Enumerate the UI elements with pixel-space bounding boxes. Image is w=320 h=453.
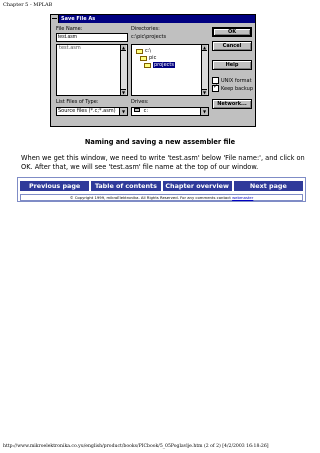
body-paragraph: When we get this window, we need to writ… (21, 154, 305, 171)
file-list[interactable]: test.asm ▲ ▼ (56, 44, 128, 96)
dialog-title: Save File As (61, 16, 96, 22)
save-file-as-dialog: Save File As File Name: test.asm test.as… (50, 14, 256, 127)
file-name-input[interactable]: test.asm (56, 33, 128, 42)
figure-caption: Naming and saving a new assembler file (84, 138, 236, 146)
network-button[interactable]: Network... (212, 99, 252, 109)
next-page-link[interactable]: Next page (233, 181, 303, 191)
page-header: Chapter 5 - MPLAB (3, 2, 53, 8)
keep-backup-checkbox[interactable]: Keep backup (212, 84, 253, 92)
scroll-down-icon[interactable]: ▼ (121, 89, 126, 95)
open-folder-icon (140, 55, 147, 61)
file-type-select[interactable]: Source files (*.c;*.asm) ▼ (56, 107, 128, 116)
drive-icon (134, 108, 140, 112)
dir-item-pic[interactable]: pic (140, 55, 156, 61)
table-of-contents-link[interactable]: Table of contents (91, 181, 161, 191)
cancel-button[interactable]: Cancel (212, 41, 252, 51)
dir-item-projects[interactable]: projects (144, 62, 175, 68)
system-menu-icon[interactable] (51, 15, 59, 23)
file-name-label: File Name: (56, 26, 83, 32)
open-folder-icon (144, 62, 151, 68)
copyright-notice: © Copyright 1999, mikroElektronika. All … (20, 194, 303, 201)
directories-path: c:\pic\projects (131, 34, 167, 40)
scroll-up-icon[interactable]: ▲ (121, 45, 126, 51)
ok-button[interactable]: OK (212, 27, 252, 37)
directory-scrollbar[interactable]: ▲ ▼ (201, 45, 208, 95)
file-list-item[interactable]: test.asm (57, 45, 127, 52)
dialog-titlebar: Save File As (51, 15, 255, 23)
chevron-down-icon[interactable]: ▼ (119, 108, 127, 115)
chevron-down-icon[interactable]: ▼ (200, 108, 208, 115)
scroll-down-icon[interactable]: ▼ (202, 89, 207, 95)
open-folder-icon (136, 48, 143, 54)
drive-select[interactable]: c: ▼ (131, 107, 209, 116)
file-list-scrollbar[interactable]: ▲ ▼ (120, 45, 127, 95)
directory-tree[interactable]: c:\ pic projects ▲ ▼ (131, 44, 209, 96)
page-footer-url: http://www.mikroelektronika.co.yu/englis… (3, 444, 269, 449)
navigation-bar: Previous page Table of contents Chapter … (17, 177, 306, 202)
chapter-overview-link[interactable]: Chapter overview (162, 181, 232, 191)
previous-page-link[interactable]: Previous page (20, 181, 90, 191)
directories-label: Directories: (131, 26, 160, 32)
dir-item-root[interactable]: c:\ (136, 48, 151, 54)
webmaster-link[interactable]: webmaster (232, 195, 253, 200)
scroll-up-icon[interactable]: ▲ (202, 45, 207, 51)
help-button[interactable]: Help (212, 60, 252, 70)
list-files-type-label: List Files of Type: (56, 99, 99, 105)
drives-label: Drives: (131, 99, 149, 105)
